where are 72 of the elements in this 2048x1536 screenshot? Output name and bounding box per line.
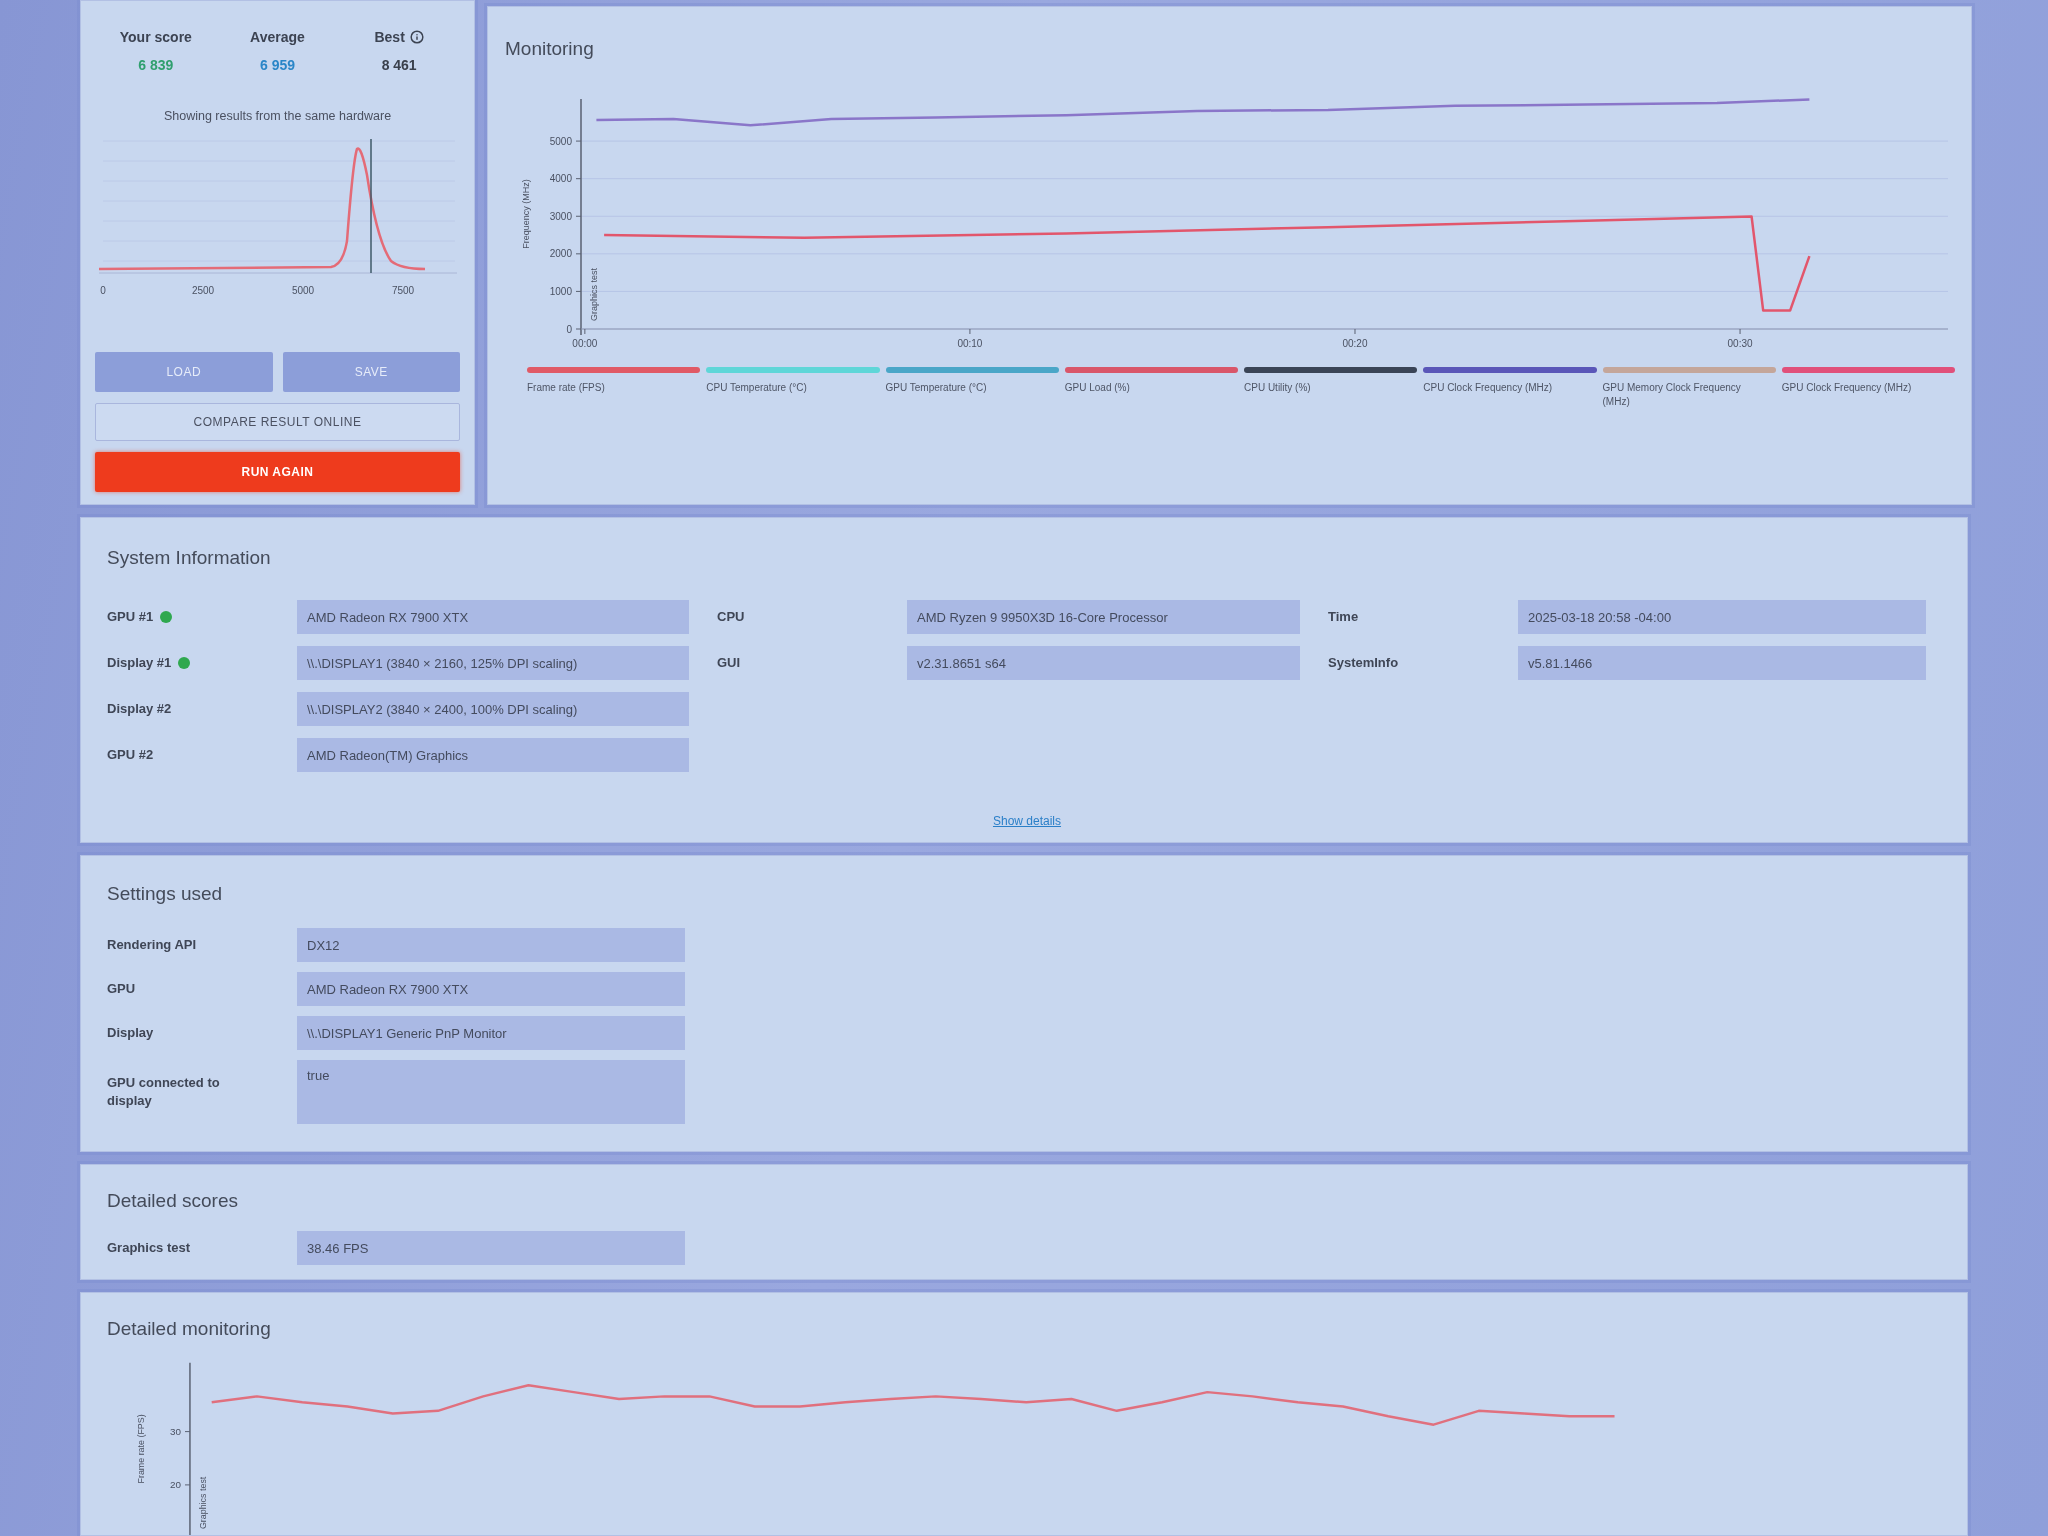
field-label: Graphics test [107,1239,192,1257]
axis-tick-label: 00:00 [572,338,598,349]
score-label: Average [250,29,305,45]
field-label: Display #1 [107,654,172,672]
chart-caption: Showing results from the same hardware [162,109,393,123]
axis-tick-label: 4000 [549,173,572,185]
show-details-link[interactable]: Show details [992,814,1061,828]
axis-tick-label: 5000 [549,135,572,147]
field-label: GPU connected to display [107,1074,221,1110]
panel-title: Detailed monitoring [107,1317,272,1341]
info-icon[interactable] [409,30,424,44]
score-value: 8 461 [381,57,417,73]
axis-tick-label: 20 [170,1479,182,1491]
axis-tick-label: 00:20 [1342,338,1368,349]
value-field: \\.\DISPLAY2 (3840 × 2400, 100% DPI scaling) [297,692,689,726]
axis-tick-label: 5000 [291,285,315,296]
marker-label: Graphics test [197,1476,208,1530]
field-label: Time [1328,608,1359,626]
axis-tick-label: 2500 [191,285,215,296]
legend-label: CPU Temperature (°C) [706,381,808,395]
value-field: v5.81.1466 [1518,646,1926,680]
score-label: Best [374,29,405,45]
field-label: GPU [107,980,137,998]
legend-label: GPU Temperature (°C) [885,381,988,395]
score-label: Your score [119,29,192,45]
axis-tick-label: 3000 [549,210,572,222]
score-value: 6 839 [138,57,174,73]
value-field: AMD Ryzen 9 9950X3D 16-Core Processor [907,600,1300,634]
run-again-button[interactable]: RUN AGAIN [95,452,460,492]
panel-title: Monitoring [505,37,595,61]
field-label: Rendering API [107,936,198,954]
action-button[interactable]: LOAD [95,352,273,392]
field-label: Display [107,1024,155,1042]
panel-title: Settings used [107,882,224,906]
field-label: CPU [717,608,745,626]
field-label: GPU #1 [107,608,154,626]
value-field: AMD Radeon(TM) Graphics [297,738,689,772]
legend-label: GPU Memory Clock Frequency (MHz) [1602,381,1742,409]
score-value: 6 959 [259,57,295,73]
axis-tick-label: 0 [100,285,106,296]
legend-label: CPU Utility (%) [1244,381,1312,395]
value-field: 2025-03-18 20:58 -04:00 [1518,600,1926,634]
panel-title: Detailed scores [107,1189,239,1213]
legend-label: GPU Clock Frequency (MHz) [1781,381,1913,395]
axis-tick-label: 30 [170,1426,182,1438]
axis-tick-label: 00:30 [1727,338,1753,349]
legend-label: CPU Clock Frequency (MHz) [1423,381,1554,395]
axis-tick-label: 00:10 [957,338,983,349]
field-label: SystemInfo [1328,654,1399,672]
value-field: DX12 [297,928,685,962]
marker-label: Graphics test [589,267,599,321]
action-button[interactable]: SAVE [282,352,460,392]
value-field: true [297,1060,685,1124]
field-label: GPU #2 [107,746,154,764]
value-field: 38.46 FPS [297,1231,685,1265]
field-label: GUI [717,654,741,672]
axis-title: Frame rate (FPS) [136,1414,147,1484]
panel-title: System Information [107,546,272,570]
legend-label: GPU Load (%) [1064,381,1131,395]
value-field: AMD Radeon RX 7900 XTX [297,972,685,1006]
axis-tick-label: 1000 [549,285,572,297]
value-field: AMD Radeon RX 7900 XTX [297,600,689,634]
axis-tick-label: 2000 [549,248,572,260]
legend-label: Frame rate (FPS) [527,381,606,395]
axis-tick-label: 7500 [391,285,415,296]
compare-online-button[interactable]: COMPARE RESULT ONLINE [95,403,460,441]
axis-tick-label: 0 [566,323,572,335]
value-field: \\.\DISPLAY1 (3840 × 2160, 125% DPI scaling) [297,646,689,680]
value-field: v2.31.8651 s64 [907,646,1300,680]
field-label: Display #2 [107,700,172,718]
value-field: \\.\DISPLAY1 Generic PnP Monitor [297,1016,685,1050]
axis-title: Frequency (MHz) [521,179,531,249]
